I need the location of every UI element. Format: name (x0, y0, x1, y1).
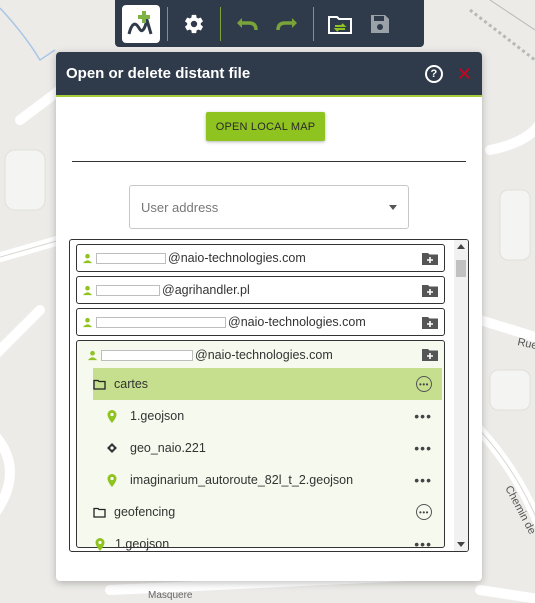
redacted-username (96, 252, 166, 264)
user-address-placeholder: User address (141, 199, 219, 215)
map-pin-icon (107, 473, 117, 487)
add-folder-icon[interactable] (422, 252, 438, 265)
chevron-down-icon (389, 204, 397, 210)
user-row[interactable]: @naio-technologies.com (76, 244, 445, 272)
add-folder-icon[interactable] (422, 316, 438, 329)
tree-folder-row[interactable]: cartes ••• (93, 368, 442, 400)
user-email-domain: @agrihandler.pl (162, 283, 250, 297)
user-row[interactable]: @agrihandler.pl (76, 276, 445, 304)
tree-item-label: 1.geojson (130, 409, 185, 423)
scroll-down-icon[interactable] (457, 542, 465, 547)
floppy-icon (371, 14, 389, 33)
redo-icon (276, 17, 297, 30)
open-local-map-button[interactable]: OPEN LOCAL MAP (206, 112, 325, 141)
more-options-icon[interactable]: ••• (416, 504, 432, 520)
folder-sync-icon (328, 15, 352, 34)
scroll-thumb[interactable] (456, 260, 466, 277)
diamond-icon (107, 443, 117, 453)
tree-file-row[interactable]: geo_naio.221 ••• (107, 432, 442, 464)
redacted-username (96, 284, 160, 296)
add-folder-icon[interactable] (422, 284, 438, 297)
more-options-icon[interactable]: ••• (414, 472, 432, 488)
scroll-up-icon[interactable] (457, 244, 465, 249)
divider (72, 161, 466, 162)
undo-icon (237, 17, 258, 30)
toolbar-separator (313, 6, 314, 41)
dialog-header: Open or delete distant file ? ✕ (56, 52, 482, 97)
tree-item-label: geofencing (114, 505, 176, 519)
user-row[interactable]: @naio-technologies.com (76, 308, 445, 336)
undo-button[interactable] (227, 4, 267, 44)
user-address-select[interactable]: User address (129, 185, 409, 229)
save-button[interactable] (360, 4, 400, 44)
tree-item-label: imaginarium_autoroute_82l_t_2.geojson (130, 473, 354, 487)
user-row-expanded[interactable]: @naio-technologies.com cartes ••• 1.geoj… (76, 340, 445, 551)
add-folder-icon[interactable] (422, 348, 438, 361)
help-icon[interactable]: ? (424, 64, 443, 83)
user-email-domain: @naio-technologies.com (195, 348, 333, 362)
tree-file-row[interactable]: 1.geojson ••• (107, 400, 442, 432)
distant-file-dialog: Open or delete distant file ? ✕ OPEN LOC… (56, 52, 482, 581)
toolbar-separator (220, 6, 221, 41)
person-icon (82, 253, 93, 263)
redacted-username (101, 349, 193, 361)
person-icon (82, 317, 93, 327)
map-pin-icon (107, 409, 117, 423)
redacted-username (96, 316, 226, 328)
open-distant-button[interactable] (320, 4, 360, 44)
tree-item-label: geo_naio.221 (130, 441, 206, 455)
list-scrollbar[interactable] (454, 240, 468, 551)
map-pin-icon (95, 537, 105, 551)
tree-file-row[interactable]: imaginarium_autoroute_82l_t_2.geojson ••… (107, 464, 442, 496)
person-icon (82, 285, 93, 295)
toolbar-separator (167, 6, 168, 41)
naio-logo-icon (122, 4, 160, 43)
tree-file-row[interactable]: 1.geojson ••• (95, 528, 442, 551)
user-file-list[interactable]: @naio-technologies.com @agrihandler.pl @… (69, 239, 469, 552)
user-line: @naio-technologies.com (82, 341, 444, 369)
tree-folder-row[interactable]: geofencing ••• (93, 496, 442, 528)
main-toolbar (115, 0, 424, 47)
folder-icon (93, 507, 106, 518)
more-options-icon[interactable]: ••• (414, 408, 432, 424)
more-options-icon[interactable]: ••• (416, 376, 432, 392)
more-options-icon[interactable]: ••• (414, 536, 432, 551)
dialog-title: Open or delete distant file (66, 65, 251, 82)
gear-icon (185, 14, 203, 33)
settings-button[interactable] (174, 4, 214, 44)
redo-button[interactable] (267, 4, 307, 44)
app-logo-button[interactable] (121, 4, 161, 44)
folder-icon (93, 379, 106, 390)
person-icon (87, 350, 98, 360)
tree-item-label: 1.geojson (115, 537, 170, 551)
more-options-icon[interactable]: ••• (414, 440, 432, 456)
tree-item-label: cartes (114, 377, 149, 391)
user-email-domain: @naio-technologies.com (168, 251, 306, 265)
close-icon[interactable]: ✕ (457, 65, 472, 83)
user-email-domain: @naio-technologies.com (228, 315, 366, 329)
street-label: Masquere (148, 590, 193, 601)
